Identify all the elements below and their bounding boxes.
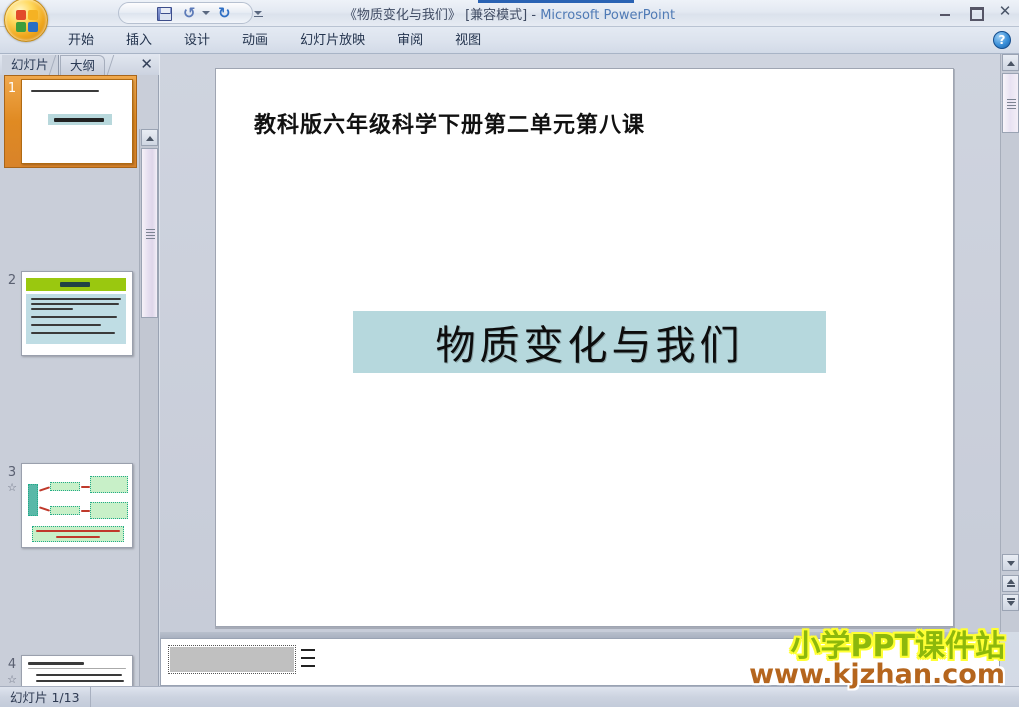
tab-review[interactable]: 审阅 — [381, 27, 439, 54]
office-logo-icon — [14, 8, 40, 34]
current-slide-canvas[interactable]: 教科版六年级科学下册第二单元第八课 物质变化与我们 — [215, 68, 954, 627]
undo-icon[interactable]: ↺ — [183, 6, 200, 22]
tab-divider-2 — [106, 55, 126, 75]
powerpoint-window: ↺ ↻ 《物质变化与我们》 [兼容模式] - Microsoft PowerPo… — [0, 0, 1019, 707]
status-bar: 幻灯片 1/13 — [0, 686, 1019, 707]
tab-insert[interactable]: 插入 — [110, 27, 168, 54]
thumbnail-canvas — [21, 79, 133, 164]
notes-mark-1 — [301, 649, 315, 651]
close-button[interactable]: ✕ — [997, 4, 1013, 20]
thumbnail-number: 2 — [7, 273, 17, 288]
office-button[interactable] — [4, 0, 48, 42]
ribbon-tab-strip: 开始 插入 设计 动画 幻灯片放映 审阅 视图 ? — [0, 27, 1019, 54]
thumbnail-number: 4 — [7, 657, 17, 672]
slide-subtitle-text[interactable]: 教科版六年级科学下册第二单元第八课 — [254, 107, 645, 139]
next-slide-button[interactable] — [1002, 594, 1019, 611]
tab-slideshow[interactable]: 幻灯片放映 — [284, 27, 381, 54]
notes-pane[interactable] — [160, 638, 1000, 686]
window-document-title: 《物质变化与我们》 — [343, 8, 461, 23]
tab-outline[interactable]: 大纲 — [60, 55, 106, 75]
window-app-name: Microsoft PowerPoint — [540, 8, 676, 23]
ribbon-tabs: 开始 插入 设计 动画 幻灯片放映 审阅 视图 — [52, 27, 497, 54]
slide-counter: 幻灯片 1/13 — [0, 687, 91, 707]
thumbnail-number: 1 — [7, 81, 17, 96]
thumbnail-slide-2[interactable]: 2 — [0, 267, 138, 363]
window-title-separator: - — [531, 8, 537, 23]
thumbnail-list: 1 2 3 ☆ 4 ☆ — [0, 75, 138, 686]
animation-star-icon: ☆ — [7, 674, 17, 686]
scroll-up-button[interactable] — [1002, 54, 1019, 71]
slide-title-box[interactable]: 物质变化与我们 — [353, 311, 826, 373]
scroll-up-button[interactable] — [141, 129, 158, 146]
slide-thumbnail-pane: 幻灯片 大纲 ✕ 1 2 3 ☆ 4 ☆ — [0, 54, 159, 707]
help-icon[interactable]: ? — [993, 31, 1011, 49]
thumbnail-pane-scrollbar[interactable] — [139, 129, 158, 707]
thumbnail-slide-4[interactable]: 4 ☆ — [0, 651, 138, 686]
thumbnail-slide-1[interactable]: 1 — [0, 75, 138, 171]
window-compat-mode: [兼容模式] — [465, 8, 528, 23]
notes-placeholder[interactable] — [168, 645, 296, 674]
slide-edit-area: 教科版六年级科学下册第二单元第八课 物质变化与我们 — [160, 54, 1000, 632]
close-pane-icon[interactable]: ✕ — [140, 56, 153, 73]
scrollbar-thumb[interactable] — [141, 148, 158, 318]
thumbnail-slide-3[interactable]: 3 ☆ — [0, 459, 138, 555]
save-icon[interactable] — [157, 6, 174, 22]
thumbnail-canvas — [21, 271, 133, 356]
notes-mark-3 — [301, 665, 315, 667]
scroll-down-button[interactable] — [1002, 554, 1019, 571]
title-bar-accent — [478, 0, 634, 3]
tab-design[interactable]: 设计 — [168, 27, 226, 54]
previous-slide-button[interactable] — [1002, 575, 1019, 592]
scrollbar-thumb[interactable] — [1002, 73, 1019, 133]
pane-tab-strip: 幻灯片 大纲 ✕ — [0, 54, 159, 75]
window-controls: ✕ — [937, 4, 1013, 21]
restore-button[interactable] — [967, 4, 984, 21]
minimize-button[interactable] — [937, 4, 953, 20]
customize-qat-icon[interactable] — [253, 11, 263, 18]
animation-star-icon: ☆ — [7, 482, 17, 494]
tab-animations[interactable]: 动画 — [226, 27, 284, 54]
quick-access-toolbar: ↺ ↻ — [118, 2, 263, 24]
thumbnail-canvas — [21, 463, 133, 548]
title-bar: ↺ ↻ 《物质变化与我们》 [兼容模式] - Microsoft PowerPo… — [0, 0, 1019, 42]
tab-view[interactable]: 视图 — [439, 27, 497, 54]
slide-title-text: 物质变化与我们 — [435, 323, 744, 369]
slide-area-scrollbar[interactable] — [1000, 54, 1019, 632]
redo-icon[interactable]: ↻ — [218, 6, 235, 22]
undo-dropdown-icon[interactable] — [202, 11, 210, 15]
notes-mark-2 — [301, 657, 315, 659]
tab-home[interactable]: 开始 — [52, 27, 110, 54]
thumbnail-number: 3 — [7, 465, 17, 480]
thumbnail-canvas — [21, 655, 133, 686]
